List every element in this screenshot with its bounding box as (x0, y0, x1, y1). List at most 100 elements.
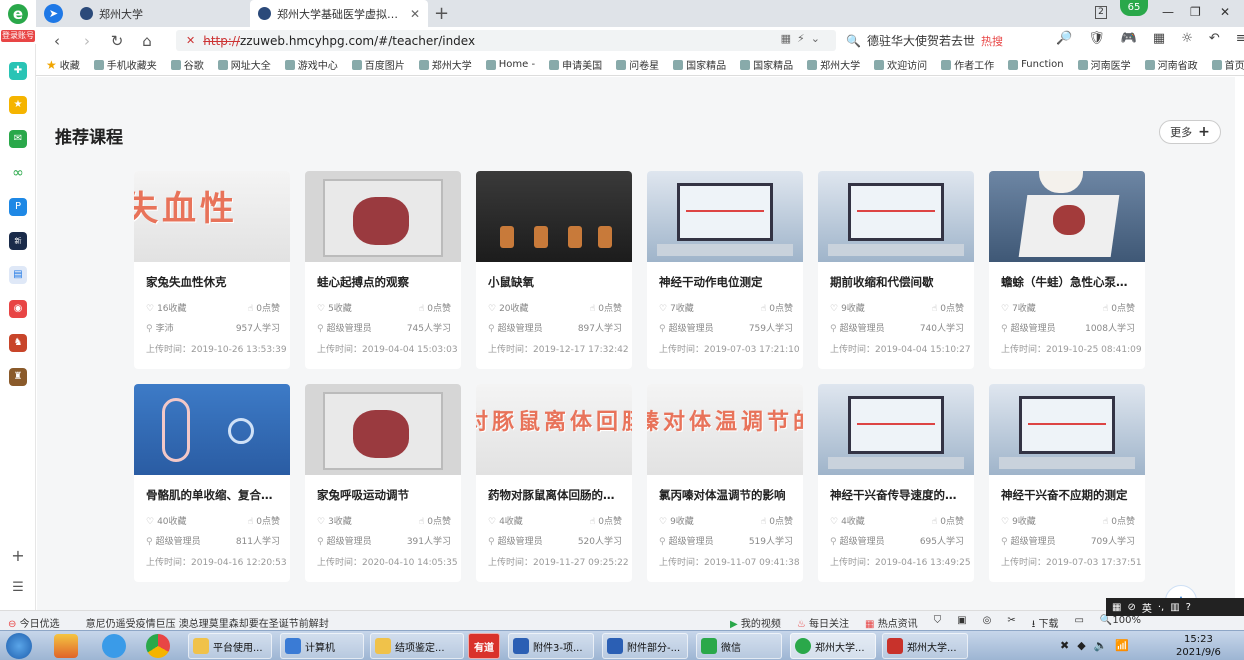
course-title[interactable]: 氯丙嗪对体温调节的影响 (659, 487, 793, 503)
bookmark-item[interactable]: 百度图片 (351, 57, 405, 72)
bookmark-item[interactable]: 郑州大学 (418, 57, 472, 72)
menu-icon[interactable]: ≡ (1236, 31, 1244, 46)
likes-count[interactable]: ☝ 0点赞 (761, 301, 793, 314)
course-card[interactable]: 失血性 家兔失血性休克 ♡ 16收藏 ☝ 0点赞 ⚲ 李沛 957人学习 上传时间：2019-10… (134, 171, 290, 369)
course-thumbnail[interactable] (134, 384, 290, 475)
sidebar-red-app-icon[interactable]: ◉ (9, 300, 27, 318)
reload-icon[interactable]: ↻ (102, 32, 132, 50)
taskbar-colors-icon[interactable] (54, 634, 78, 658)
sidebar-game-icon[interactable]: ♞ (9, 334, 27, 352)
taskbar-task-6[interactable]: 郑州大学... (790, 633, 876, 659)
bookmark-item[interactable]: Home - (485, 59, 535, 70)
favorites-count[interactable]: ♡ 16收藏 (146, 301, 187, 314)
favorites-count[interactable]: ♡ 4收藏 (830, 514, 865, 527)
download-link[interactable]: ⭳ 下载 (1032, 615, 1059, 630)
close-tab-icon[interactable]: ✕ (410, 7, 420, 21)
favorites-count[interactable]: ♡ 3收藏 (317, 514, 352, 527)
sidebar-news-icon[interactable]: 新 (9, 232, 27, 250)
bookmark-item[interactable]: 欢迎访问 (874, 57, 927, 72)
notification-badge[interactable]: 65 (1120, 0, 1148, 16)
course-title[interactable]: 家兔失血性休克 (146, 274, 280, 290)
login-account-badge[interactable]: 登录账号 (1, 30, 35, 42)
bookmark-item[interactable]: 申请美国 (549, 57, 602, 72)
ime-grid-icon[interactable]: ▦ (1112, 602, 1121, 613)
zoom-control[interactable]: 🔍100% (1100, 615, 1141, 630)
ime-help-icon[interactable]: ? (1186, 602, 1191, 613)
course-title[interactable]: 骨骼肌的单收缩、复合收缩 (146, 487, 280, 503)
favorites-count[interactable]: ♡ 40收藏 (146, 514, 187, 527)
tab-virtual-lab[interactable]: 郑州大学基础医学虚拟仿真实验 ✕ (250, 0, 428, 27)
bookmark-item[interactable]: 国家精品 (740, 57, 793, 72)
likes-count[interactable]: ☝ 0点赞 (932, 301, 964, 314)
navigate-icon[interactable]: ➤ (44, 4, 63, 23)
search-go-icon[interactable]: 🔎 (1056, 31, 1072, 46)
course-card[interactable]: 神经干兴奋不应期的测定 ♡ 9收藏 ☝ 0点赞 ⚲ 超级管理员 709人学习 上传时间：2019… (989, 384, 1145, 582)
course-thumbnail[interactable] (989, 384, 1145, 475)
favorites-count[interactable]: ♡ 4收藏 (488, 514, 523, 527)
course-card[interactable]: 神经干动作电位测定 ♡ 7收藏 ☝ 0点赞 ⚲ 超级管理员 759人学习 上传时间：2019-0… (647, 171, 803, 369)
likes-count[interactable]: ☝ 0点赞 (1103, 301, 1135, 314)
likes-count[interactable]: ☝ 0点赞 (590, 301, 622, 314)
image-status-icon[interactable]: ▣ (957, 615, 966, 630)
likes-count[interactable]: ☝ 0点赞 (248, 514, 280, 527)
undo-icon[interactable]: ↶ (1209, 31, 1220, 46)
course-card[interactable]: 神经干兴奋传导速度的测定 ♡ 4收藏 ☝ 0点赞 ⚲ 超级管理员 695人学习 上传时间：201… (818, 384, 974, 582)
favorites-count[interactable]: ♡ 9收藏 (1001, 514, 1036, 527)
favorites-count[interactable]: ♡ 7收藏 (1001, 301, 1036, 314)
course-thumbnail[interactable] (305, 171, 461, 262)
course-thumbnail[interactable] (647, 171, 803, 262)
url-bar[interactable]: ✕ http:// zzuweb.hmcyhpg.com/#/teacher/i… (176, 30, 836, 51)
taskbar-youdao[interactable]: 有道 (468, 633, 500, 659)
taskbar-task-7[interactable]: 郑州大学... (882, 633, 968, 659)
more-button[interactable]: 更多 + (1159, 120, 1221, 144)
course-thumbnail[interactable]: 嗪对体温调节的 (647, 384, 803, 475)
news-headline[interactable]: 意尼仍遥受疫情巨压 澳总理莫里森却要在圣诞节前解封 (86, 615, 329, 630)
sidebar-favorites-icon[interactable]: ★ (9, 96, 27, 114)
course-thumbnail[interactable]: 对豚鼠离体回肠的 (476, 384, 632, 475)
bookmark-item[interactable]: 国家精品 (673, 57, 726, 72)
bookmark-item[interactable]: Function (1008, 59, 1064, 70)
likes-count[interactable]: ☝ 0点赞 (761, 514, 793, 527)
bookmark-item[interactable]: 首页 - (1211, 57, 1244, 72)
taskbar-task-2[interactable]: 结项鉴定... (370, 633, 464, 659)
favorites-count[interactable]: ♡ 20收藏 (488, 301, 529, 314)
tray-x-icon[interactable]: ✖ (1060, 639, 1069, 652)
home-icon[interactable]: ⌂ (132, 32, 162, 50)
daily-link[interactable]: ♨ 每日关注 (797, 615, 849, 630)
new-tab-button[interactable]: + (434, 3, 449, 24)
eye-status-icon[interactable]: ◎ (983, 615, 992, 630)
tray-app-icon[interactable]: ◆ (1077, 639, 1085, 652)
shield-icon[interactable]: 🛡 (1088, 31, 1105, 46)
taskbar-task-3[interactable]: 附件3-项... (508, 633, 594, 659)
bookmark-item[interactable]: 手机收藏夹 (93, 57, 157, 72)
sidebar-mail-icon[interactable]: ✉ (9, 130, 27, 148)
taskbar-clock[interactable]: 15:23 2021/9/6 (1176, 633, 1221, 659)
taskbar-chrome-icon[interactable] (146, 634, 170, 658)
sidebar-game2-icon[interactable]: ♜ (9, 368, 27, 386)
cut-status-icon[interactable]: ✂ (1007, 615, 1015, 630)
course-card[interactable]: 骨骼肌的单收缩、复合收缩 ♡ 40收藏 ☝ 0点赞 ⚲ 超级管理员 811人学习 上传时间：20… (134, 384, 290, 582)
bookmark-item[interactable]: ★ 收藏 (46, 57, 80, 73)
tray-volume-icon[interactable]: 🔈 (1094, 639, 1108, 652)
search-box[interactable]: 🔍 德驻华大使贺若去世 热搜 (846, 30, 1046, 51)
course-thumbnail[interactable] (818, 384, 974, 475)
course-title[interactable]: 蟾蜍（牛蛙）急性心泵功能 (1001, 274, 1135, 290)
taskbar-task-5[interactable]: 微信 (696, 633, 782, 659)
course-title[interactable]: 神经干动作电位测定 (659, 274, 793, 290)
course-thumbnail[interactable]: 失血性 (134, 171, 290, 262)
favorites-count[interactable]: ♡ 9收藏 (659, 514, 694, 527)
course-card[interactable]: 蛙心起搏点的观察 ♡ 5收藏 ☝ 0点赞 ⚲ 超级管理员 745人学习 上传时间：2019-04… (305, 171, 461, 369)
shield-status-icon[interactable]: ⛉ (934, 615, 942, 630)
tray-network-icon[interactable]: 📶 (1115, 639, 1129, 652)
back-icon[interactable]: ‹ (42, 32, 72, 50)
forward-icon[interactable]: › (72, 32, 102, 50)
bookmark-item[interactable]: 网址大全 (217, 57, 271, 72)
likes-count[interactable]: ☝ 0点赞 (419, 514, 451, 527)
likes-count[interactable]: ☝ 0点赞 (590, 514, 622, 527)
start-button[interactable] (6, 633, 32, 659)
favorites-count[interactable]: ♡ 9收藏 (830, 301, 865, 314)
course-card[interactable]: 对豚鼠离体回肠的药物对豚鼠离体回肠的影响 ♡4收藏 ☝0点赞 ⚲超级管理员 520人学习… (476, 384, 632, 582)
course-thumbnail[interactable] (476, 171, 632, 262)
ime-keyboard-icon[interactable]: ▥ (1170, 602, 1179, 613)
bookmark-item[interactable]: 谷歌 (170, 57, 204, 72)
